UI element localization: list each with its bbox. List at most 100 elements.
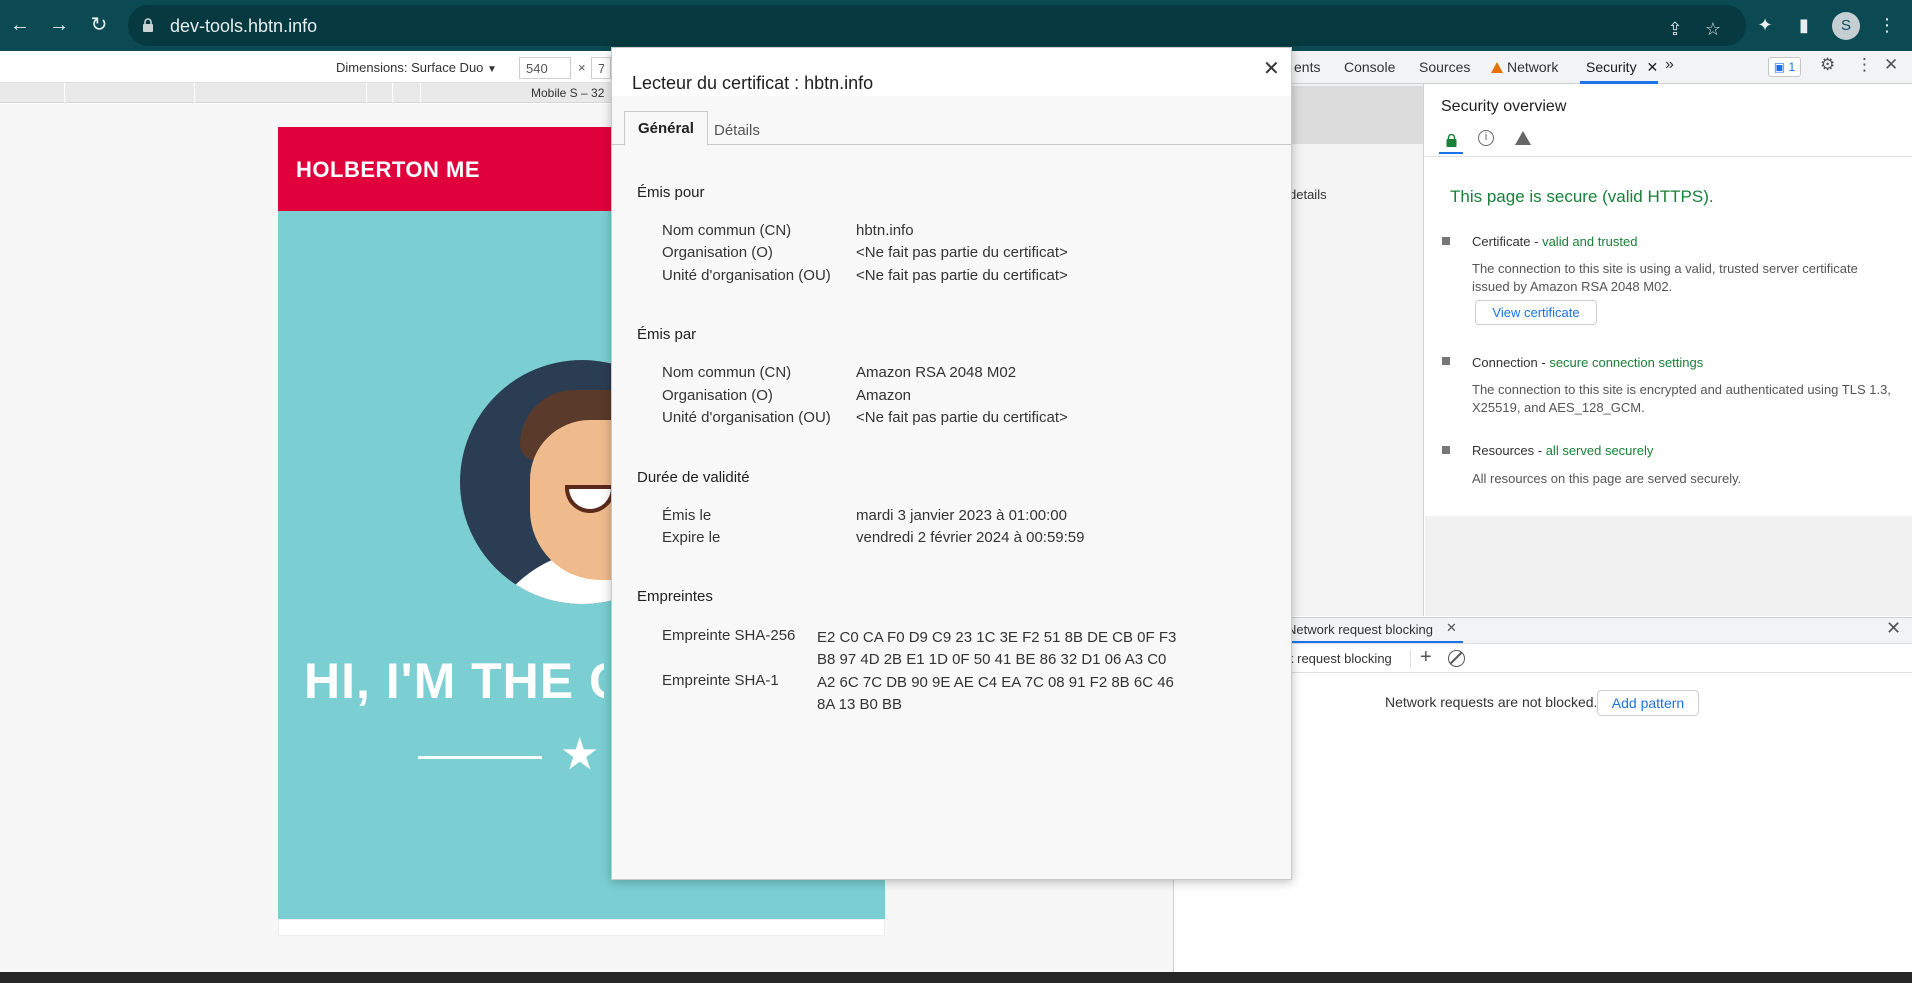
resources-heading-label: Resources - <box>1472 443 1546 458</box>
tab-sources[interactable]: Sources <box>1419 59 1470 75</box>
secure-status-message: This page is secure (valid HTTPS). <box>1450 187 1714 206</box>
star-icon: ★ <box>560 730 600 779</box>
issued-on-label: Émis le <box>662 507 712 524</box>
warning-triangle-icon[interactable] <box>1515 131 1531 145</box>
issues-count: 1 <box>1788 60 1796 74</box>
device-select[interactable]: Dimensions: Surface Duo ▼ <box>336 60 497 75</box>
close-dialog-icon[interactable]: ✕ <box>1263 56 1280 81</box>
security-filter-indicator <box>1439 152 1463 154</box>
tab-network[interactable]: Network <box>1491 59 1558 75</box>
issued-on-value: mardi 3 janvier 2023 à 01:00:00 <box>856 507 1067 524</box>
close-drawer-tab-icon[interactable]: ✕ <box>1446 620 1457 636</box>
certificate-description: The connection to this site is using a v… <box>1472 261 1858 294</box>
resources-status: all served securely <box>1545 443 1654 458</box>
issued-by-o-value: Amazon <box>856 387 912 404</box>
warning-icon <box>1491 62 1503 73</box>
empty-state-message: Network requests are not blocked. <box>1385 694 1598 710</box>
share-icon[interactable]: ⇪ <box>1664 18 1686 40</box>
close-tab-icon[interactable]: ✕ <box>1646 59 1658 75</box>
forward-arrow-icon[interactable]: → <box>45 11 73 39</box>
page-footer <box>278 919 885 936</box>
viewport-width-input[interactable] <box>519 57 571 79</box>
sidebar-item-details[interactable]: details <box>1289 187 1327 202</box>
resources-heading: Resources - all served securely <box>1472 443 1653 458</box>
certificate-heading-label: Certificate - <box>1472 234 1543 249</box>
reload-icon[interactable]: ↻ <box>85 11 113 39</box>
close-drawer-icon[interactable]: ✕ <box>1886 618 1901 639</box>
tab-security-label: Security <box>1586 59 1637 75</box>
settings-gear-icon[interactable]: ⚙ <box>1820 55 1835 75</box>
certificate-viewer-dialog: Lecteur du certificat : hbtn.info ✕ Géné… <box>611 47 1292 880</box>
issued-to-ou-value: <Ne fait pas partie du certificat> <box>856 267 1068 284</box>
fingerprints-heading: Empreintes <box>637 588 713 605</box>
back-arrow-icon[interactable]: ← <box>6 11 34 39</box>
site-brand[interactable]: HOLBERTON ME <box>296 157 480 183</box>
expires-on-value: vendredi 2 février 2024 à 00:59:59 <box>856 529 1085 546</box>
sha256-label: Empreinte SHA-256 <box>662 627 796 644</box>
issued-by-o-label: Organisation (O) <box>662 387 773 404</box>
sha1-value: A2 6C 7C DB 90 9E AE C4 EA 7C 08 91 F2 8… <box>817 674 1174 713</box>
address-bar[interactable]: dev-tools.hbtn.info ⇪ ☆ <box>128 5 1746 46</box>
issued-by-heading: Émis par <box>637 326 697 343</box>
issued-to-o-value: <Ne fait pas partie du certificat> <box>856 244 1068 261</box>
issued-to-cn-label: Nom commun (CN) <box>662 222 792 239</box>
dialog-header: Lecteur du certificat : hbtn.info ✕ <box>612 48 1291 96</box>
tab-general[interactable]: Général <box>624 111 708 146</box>
viewport-height-input[interactable] <box>591 57 611 79</box>
profile-avatar[interactable]: S <box>1832 12 1860 40</box>
issued-by-ou-value: <Ne fait pas partie du certificat> <box>856 409 1068 426</box>
enable-request-blocking-label[interactable]: k request blocking <box>1287 651 1392 666</box>
hero-heading: HI, I'M THE C <box>304 653 604 709</box>
tab-console[interactable]: Console <box>1344 59 1395 75</box>
connection-heading-label: Connection - <box>1472 355 1550 370</box>
devtools-menu-icon[interactable]: ⋮ <box>1856 55 1873 75</box>
add-pattern-button[interactable]: Add pattern <box>1597 690 1699 716</box>
side-panel-icon[interactable]: ▮ <box>1791 12 1817 38</box>
tab-details[interactable]: Détails <box>701 114 773 147</box>
issued-by-ou-label: Unité d'organisation (OU) <box>662 409 831 426</box>
certificate-bullet <box>1442 237 1450 245</box>
connection-status: secure connection settings <box>1549 355 1704 370</box>
certificate-status: valid and trusted <box>1542 234 1638 249</box>
tab-elements[interactable]: ents <box>1294 59 1320 75</box>
browser-menu-icon[interactable]: ⋮ <box>1874 12 1900 38</box>
issues-badge[interactable]: ▣ 1 <box>1768 57 1801 77</box>
add-icon[interactable]: + <box>1420 646 1432 669</box>
security-overview-title: Security overview <box>1441 98 1567 115</box>
taskbar-strip <box>0 972 1912 983</box>
url-text: dev-tools.hbtn.info <box>170 16 318 36</box>
close-devtools-icon[interactable]: ✕ <box>1884 55 1898 75</box>
info-icon[interactable]: i <box>1478 130 1494 146</box>
caret-down-icon: ▼ <box>487 64 497 75</box>
sha1-label: Empreinte SHA-1 <box>662 672 779 689</box>
sha256-value: E2 C0 CA F0 D9 C9 23 1C 3E F2 51 8B DE C… <box>817 629 1177 668</box>
browser-toolbar: ← → ↻ dev-tools.hbtn.info ⇪ ☆ ✦ ▮ S ⋮ <box>0 0 1912 51</box>
hero-divider-line <box>418 756 542 759</box>
tab-security[interactable]: Security ✕ <box>1586 59 1658 76</box>
view-certificate-button[interactable]: View certificate <box>1475 300 1597 325</box>
bookmark-star-icon[interactable]: ☆ <box>1702 18 1724 40</box>
resources-bullet <box>1442 446 1450 454</box>
device-select-label: Dimensions: Surface Duo <box>336 60 484 75</box>
issued-to-o-label: Organisation (O) <box>662 244 773 261</box>
toolbar-separator <box>1410 650 1411 668</box>
issued-to-cn-value: hbtn.info <box>856 222 914 239</box>
security-divider <box>1425 156 1912 157</box>
clear-block-icon[interactable] <box>1448 650 1465 667</box>
connection-bullet <box>1442 357 1450 365</box>
issued-to-heading: Émis pour <box>637 184 705 201</box>
dimension-separator: × <box>578 60 586 75</box>
expires-on-label: Expire le <box>662 529 721 546</box>
more-tabs-icon[interactable]: » <box>1665 56 1674 74</box>
drawer-active-indicator <box>1285 641 1463 643</box>
issued-by-cn-value: Amazon RSA 2048 M02 <box>856 364 1017 381</box>
issued-by-cn-label: Nom commun (CN) <box>662 364 792 381</box>
issued-to-ou-label: Unité d'organisation (OU) <box>662 267 831 284</box>
secure-lock-icon[interactable] <box>1446 134 1457 147</box>
media-query-label: Mobile S – 32 <box>531 86 605 100</box>
connection-description: The connection to this site is encrypted… <box>1472 382 1891 415</box>
extensions-icon[interactable]: ✦ <box>1752 12 1778 38</box>
lock-icon <box>143 18 153 32</box>
tab-network-label: Network <box>1507 59 1559 75</box>
tab-network-request-blocking[interactable]: Network request blocking <box>1287 622 1433 637</box>
